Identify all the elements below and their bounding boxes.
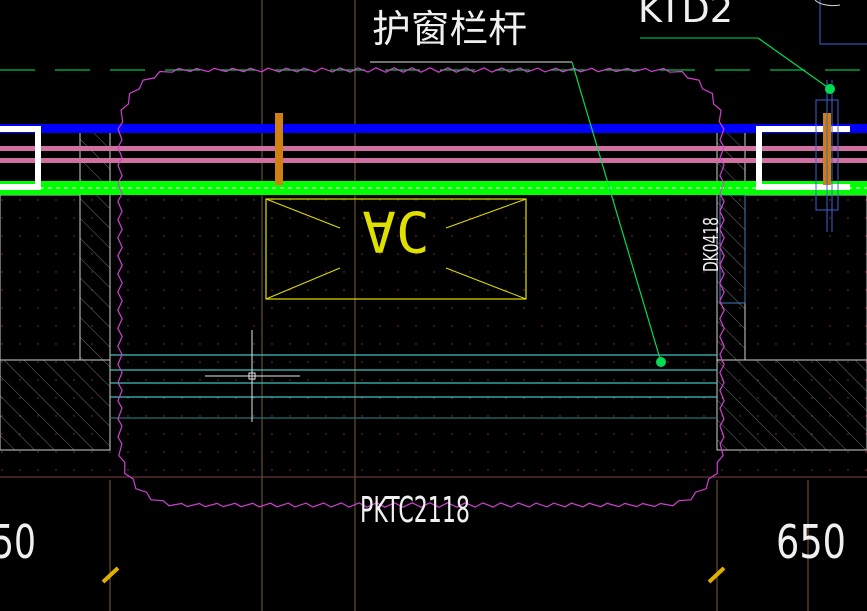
annotation-label: 护窗栏杆 bbox=[372, 7, 527, 51]
window-tag: PKTC2118 bbox=[360, 490, 470, 531]
dimension-right: 650 bbox=[776, 515, 846, 569]
side-opening-tag: DK0418 bbox=[699, 217, 723, 272]
leader-endpoint[interactable] bbox=[656, 357, 666, 367]
cad-drawing-canvas[interactable]: AC 护窗栏杆 KTD2 PKTC2118 DK0418 50 650 bbox=[0, 0, 867, 611]
top-right-label: KTD2 bbox=[638, 0, 733, 31]
dimension-left: 50 bbox=[0, 515, 36, 569]
top-right-leader-endpoint[interactable] bbox=[825, 84, 835, 94]
railing-post-left bbox=[275, 113, 283, 185]
ac-unit-label: AC bbox=[362, 198, 429, 263]
